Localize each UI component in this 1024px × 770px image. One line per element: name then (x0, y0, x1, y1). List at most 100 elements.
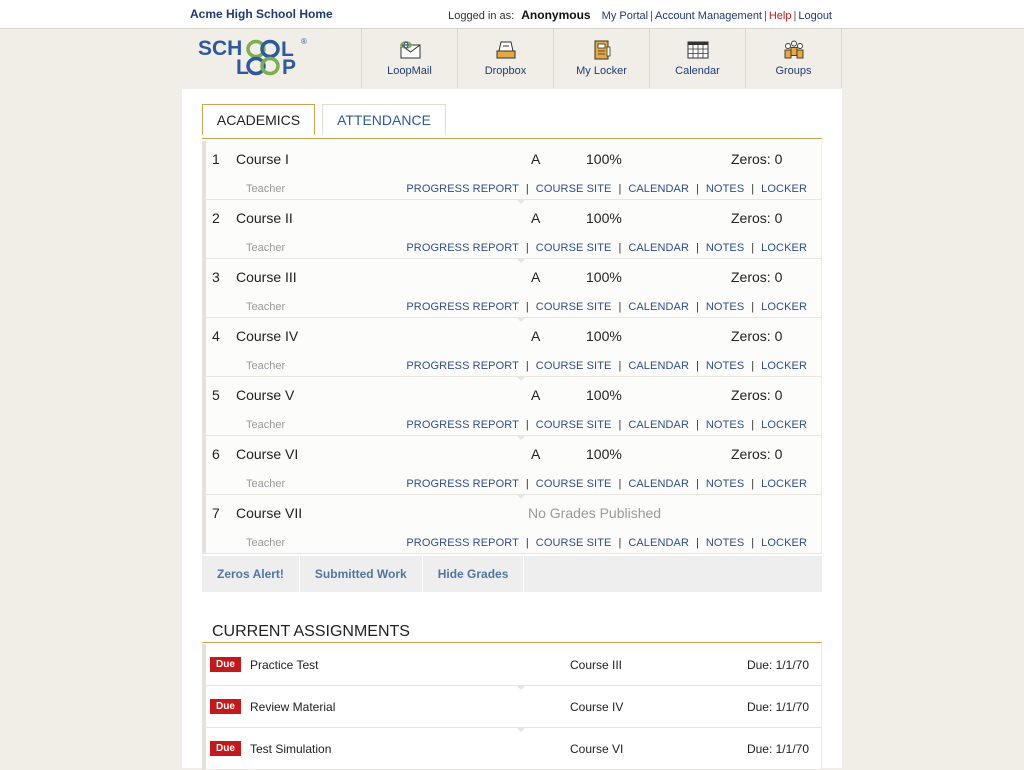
grades-action-bar: Zeros Alert! Submitted Work Hide Grades (202, 556, 822, 592)
row-divider-notch (516, 258, 526, 263)
course-teacher: Teacher (246, 478, 286, 490)
username: Anonymous (521, 8, 591, 22)
locker-link[interactable]: LOCKER (761, 183, 807, 195)
locker-link[interactable]: LOCKER (761, 419, 807, 431)
hide-grades-button[interactable]: Hide Grades (423, 556, 525, 592)
locker-link[interactable]: LOCKER (761, 242, 807, 254)
course-site-link[interactable]: COURSE SITE (536, 478, 612, 490)
course-row: 4 Course IV A 100% Zeros: 0 Teacher PROG… (202, 317, 822, 377)
course-site-link[interactable]: COURSE SITE (536, 537, 612, 549)
row-divider-notch (516, 199, 526, 204)
header: SCH L L P ® LoopMail Dropbox My Locker C… (182, 29, 842, 88)
course-name[interactable]: Course VII (236, 505, 302, 521)
dropbox-tray-icon (496, 41, 515, 59)
course-zeros: Zeros: 0 (731, 328, 783, 344)
notes-link[interactable]: NOTES (706, 360, 744, 372)
calendar-link[interactable]: CALENDAR (628, 419, 689, 431)
current-assignments-heading: CURRENT ASSIGNMENTS (202, 623, 822, 643)
course-site-link[interactable]: COURSE SITE (536, 360, 612, 372)
nav-my-locker[interactable]: My Locker (553, 29, 649, 88)
locker-link[interactable]: LOCKER (761, 478, 807, 490)
course-site-link[interactable]: COURSE SITE (536, 301, 612, 313)
assignment-name[interactable]: Review Material (250, 700, 335, 714)
calendar-link[interactable]: CALENDAR (628, 242, 689, 254)
calendar-link[interactable]: CALENDAR (628, 478, 689, 490)
separator: | (650, 10, 653, 22)
calendar-link[interactable]: CALENDAR (628, 537, 689, 549)
course-row: 2 Course II A 100% Zeros: 0 Teacher PROG… (202, 199, 822, 259)
submitted-work-button[interactable]: Submitted Work (300, 556, 423, 592)
course-number: 2 (212, 210, 220, 226)
notes-link[interactable]: NOTES (706, 419, 744, 431)
course-number: 5 (212, 387, 220, 403)
course-name[interactable]: Course VI (236, 446, 298, 462)
nav-groups[interactable]: Groups (745, 29, 842, 88)
course-name[interactable]: Course V (236, 387, 294, 403)
nav-calendar[interactable]: Calendar (649, 29, 745, 88)
assignment-due-date: Due: 1/1/70 (746, 742, 809, 756)
progress-report-link[interactable]: PROGRESS REPORT (406, 301, 519, 313)
progress-report-link[interactable]: PROGRESS REPORT (406, 183, 519, 195)
course-name[interactable]: Course III (236, 269, 297, 285)
calendar-link[interactable]: CALENDAR (628, 301, 689, 313)
notes-link[interactable]: NOTES (706, 242, 744, 254)
help-link[interactable]: Help (769, 10, 792, 22)
course-teacher: Teacher (246, 537, 286, 549)
notes-link[interactable]: NOTES (706, 183, 744, 195)
course-site-link[interactable]: COURSE SITE (536, 419, 612, 431)
course-percent: 100% (586, 387, 622, 403)
progress-report-link[interactable]: PROGRESS REPORT (406, 419, 519, 431)
account-management-link[interactable]: Account Management (655, 10, 762, 22)
course-name[interactable]: Course I (236, 151, 289, 167)
locker-link[interactable]: LOCKER (761, 537, 807, 549)
course-number: 6 (212, 446, 220, 462)
progress-report-link[interactable]: PROGRESS REPORT (406, 537, 519, 549)
row-divider-notch (516, 317, 526, 322)
course-row: 6 Course VI A 100% Zeros: 0 Teacher PROG… (202, 435, 822, 495)
assignment-due-date: Due: 1/1/70 (746, 658, 809, 672)
nav-dropbox[interactable]: Dropbox (457, 29, 553, 88)
my-portal-link[interactable]: My Portal (602, 10, 648, 22)
groups-people-icon (784, 40, 803, 59)
progress-report-link[interactable]: PROGRESS REPORT (406, 478, 519, 490)
assignment-name[interactable]: Test Simulation (250, 742, 331, 756)
locker-link[interactable]: LOCKER (761, 301, 807, 313)
school-home-link[interactable]: Acme High School Home (190, 7, 333, 21)
assignment-name[interactable]: Practice Test (250, 658, 318, 672)
notes-link[interactable]: NOTES (706, 301, 744, 313)
notes-link[interactable]: NOTES (706, 478, 744, 490)
course-teacher: Teacher (246, 419, 286, 431)
main-nav: LoopMail Dropbox My Locker Calendar Grou… (361, 29, 842, 88)
row-divider-notch (516, 435, 526, 440)
tab-attendance[interactable]: ATTENDANCE (322, 104, 446, 135)
envelope-icon (399, 41, 420, 59)
calendar-link[interactable]: CALENDAR (628, 360, 689, 372)
course-teacher: Teacher (246, 183, 286, 195)
row-divider-notch (516, 685, 526, 690)
locker-link[interactable]: LOCKER (761, 360, 807, 372)
course-name[interactable]: Course IV (236, 328, 298, 344)
assignment-row: Due Practice Test Course III Due: 1/1/70 (202, 644, 822, 686)
course-site-link[interactable]: COURSE SITE (536, 183, 612, 195)
course-site-link[interactable]: COURSE SITE (536, 242, 612, 254)
progress-report-link[interactable]: PROGRESS REPORT (406, 360, 519, 372)
nav-loopmail-label: LoopMail (387, 65, 432, 77)
calendar-link[interactable]: CALENDAR (628, 183, 689, 195)
calendar-icon (687, 41, 708, 59)
course-teacher: Teacher (246, 301, 286, 313)
schoolloop-logo[interactable]: SCH L L P ® (198, 35, 310, 81)
logout-link[interactable]: Logout (798, 10, 832, 22)
assignment-course: Course IV (570, 700, 624, 714)
course-row: 1 Course I A 100% Zeros: 0 Teacher PROGR… (202, 141, 822, 200)
course-row: 3 Course III A 100% Zeros: 0 Teacher PRO… (202, 258, 822, 318)
assignment-list: Due Practice Test Course III Due: 1/1/70… (202, 644, 822, 770)
course-links: PROGRESS REPORT | COURSE SITE | CALENDAR | NOT… (406, 242, 807, 254)
nav-loopmail[interactable]: LoopMail (361, 29, 457, 88)
course-name[interactable]: Course II (236, 210, 293, 226)
notes-link[interactable]: NOTES (706, 537, 744, 549)
progress-report-link[interactable]: PROGRESS REPORT (406, 242, 519, 254)
zeros-alert-button[interactable]: Zeros Alert! (202, 556, 300, 592)
course-percent: 100% (586, 210, 622, 226)
course-number: 7 (212, 505, 220, 521)
tab-academics[interactable]: ACADEMICS (202, 104, 315, 135)
